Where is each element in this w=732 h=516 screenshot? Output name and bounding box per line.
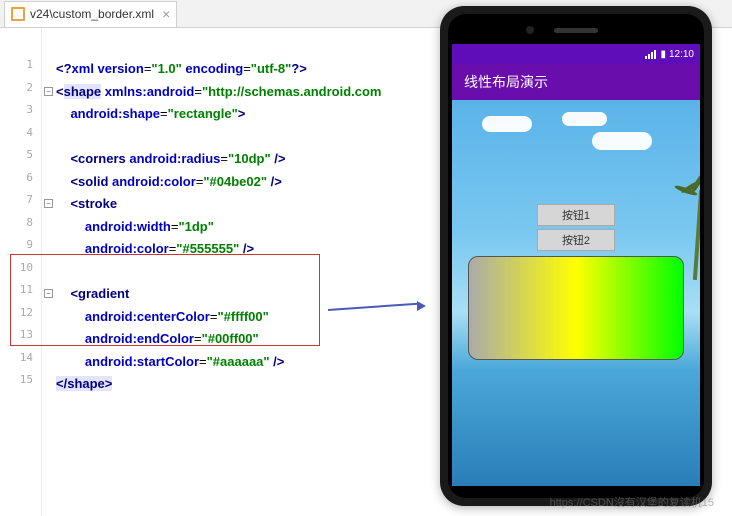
line-number: 14 bbox=[0, 351, 41, 374]
line-number: 6 bbox=[0, 171, 41, 194]
phone-speaker bbox=[554, 28, 598, 33]
status-time: 12:10 bbox=[669, 49, 694, 60]
line-number: 8 bbox=[0, 216, 41, 239]
fold-icon[interactable]: − bbox=[44, 289, 53, 298]
file-tab[interactable]: v24\custom_border.xml × bbox=[4, 1, 177, 27]
line-number: 4 bbox=[0, 126, 41, 149]
line-number: 11 bbox=[0, 283, 41, 306]
signal-icon bbox=[645, 49, 657, 59]
button-column: 按钮1 按钮2 bbox=[537, 204, 615, 251]
app-title: 线性布局演示 bbox=[464, 72, 548, 92]
button-1[interactable]: 按钮1 bbox=[537, 204, 615, 226]
line-number: 3 bbox=[0, 103, 41, 126]
phone-camera bbox=[526, 26, 534, 34]
line-gutter: 1 2 3 4 5 6 7 8 9 10 11 12 13 14 15 bbox=[0, 28, 42, 516]
phone-screen: ▮ 12:10 线性布局演示 按钮1 按钮2 bbox=[452, 44, 700, 486]
line-number: 13 bbox=[0, 328, 41, 351]
fold-column: − − − bbox=[42, 28, 56, 516]
tab-filename: v24\custom_border.xml bbox=[30, 7, 154, 21]
line-number: 7 bbox=[0, 193, 41, 216]
fold-icon[interactable]: − bbox=[44, 87, 53, 96]
line-number: 9 bbox=[0, 238, 41, 261]
close-icon[interactable]: × bbox=[162, 6, 170, 22]
line-number: 1 bbox=[0, 58, 41, 81]
line-number: 10 bbox=[0, 261, 41, 284]
app-bar: 线性布局演示 bbox=[452, 64, 700, 100]
status-bar: ▮ 12:10 bbox=[452, 44, 700, 64]
line-number: 15 bbox=[0, 373, 41, 396]
phone-mockup: ▮ 12:10 线性布局演示 按钮1 按钮2 bbox=[440, 6, 712, 506]
line-number: 2 bbox=[0, 81, 41, 104]
button-2[interactable]: 按钮2 bbox=[537, 229, 615, 251]
xml-file-icon bbox=[11, 7, 25, 21]
gradient-preview bbox=[468, 256, 684, 360]
battery-icon: ▮ bbox=[660, 49, 666, 60]
line-number: 12 bbox=[0, 306, 41, 329]
line-number: 5 bbox=[0, 148, 41, 171]
fold-icon[interactable]: − bbox=[44, 199, 53, 208]
background-image: 按钮1 按钮2 bbox=[452, 100, 700, 486]
